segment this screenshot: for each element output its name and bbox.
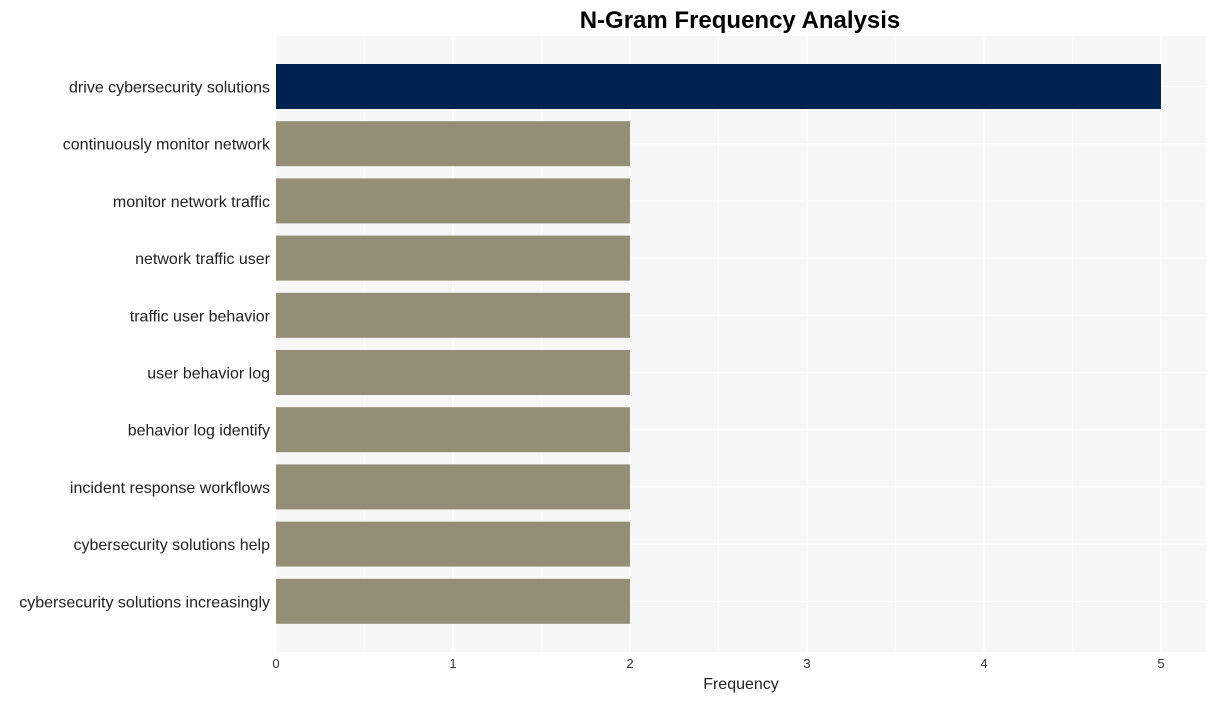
bar [276, 121, 630, 167]
bar [276, 521, 630, 567]
x-tick-label: 1 [449, 656, 456, 671]
bar [276, 578, 630, 624]
y-tick-label: cybersecurity solutions increasingly [19, 594, 270, 611]
chart-title: N-Gram Frequency Analysis [580, 7, 901, 34]
y-tick-label: behavior log identify [128, 423, 270, 440]
y-tick-label: user behavior log [147, 366, 270, 383]
x-tick-label: 4 [980, 656, 987, 671]
bar [276, 292, 630, 338]
bar [276, 64, 1161, 109]
bar [276, 178, 630, 224]
y-tick-label: network traffic user [135, 251, 271, 268]
x-tick-label: 3 [803, 656, 810, 671]
y-tick-label: monitor network traffic [113, 194, 270, 211]
y-axis-labels: drive cybersecurity solutions continuousl… [19, 80, 271, 612]
bar [276, 350, 630, 395]
y-tick-label: continuously monitor network [63, 137, 271, 154]
ngram-bar-chart: N-Gram Frequency Analysis drive cybersec… [19, 7, 1206, 693]
y-tick-label: incident response workflows [70, 480, 270, 497]
x-tick-label: 0 [272, 656, 279, 671]
x-axis-ticks: 0 1 2 3 4 5 [272, 656, 1164, 671]
x-axis-title: Frequency [703, 676, 779, 693]
x-tick-label: 2 [626, 656, 633, 671]
x-tick-label: 5 [1157, 656, 1164, 671]
bar [276, 235, 630, 281]
y-tick-label: traffic user behavior [130, 308, 271, 325]
bar [276, 407, 630, 453]
y-tick-label: drive cybersecurity solutions [69, 80, 270, 97]
y-tick-label: cybersecurity solutions help [73, 537, 270, 554]
bar [276, 464, 630, 510]
